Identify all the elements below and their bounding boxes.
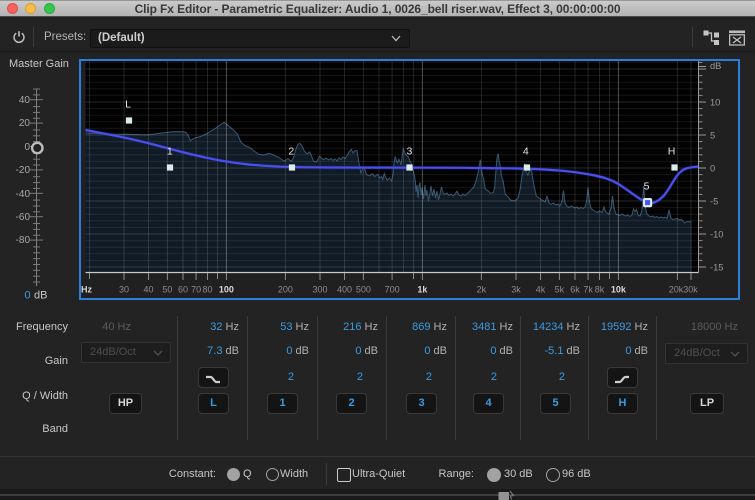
svg-text:H: H [668,146,676,158]
svg-text:1: 1 [167,146,173,158]
svg-text:20: 20 [19,118,31,129]
svg-text:-80: -80 [16,235,31,246]
svg-text:-10: -10 [710,230,723,240]
svg-text:10k: 10k [611,285,627,295]
svg-text:200: 200 [278,285,293,295]
svg-text:60: 60 [178,285,188,295]
svg-text:5k: 5k [555,285,565,295]
svg-text:dB: dB [710,61,721,71]
svg-text:6k: 6k [570,285,580,295]
svg-text:1k: 1k [417,285,428,295]
svg-text:30: 30 [119,285,129,295]
svg-text:30k: 30k [683,285,698,295]
svg-text:Hz: Hz [81,285,92,295]
svg-text:-60: -60 [16,212,31,223]
svg-text:dB: dB [34,290,47,302]
svg-text:0: 0 [24,142,30,153]
svg-text:80: 80 [202,285,212,295]
svg-text:-20: -20 [16,165,31,176]
svg-text:10: 10 [710,98,720,108]
svg-text:-15: -15 [710,263,723,273]
svg-text:300: 300 [312,285,327,295]
svg-text:70: 70 [191,285,201,295]
svg-text:3: 3 [406,146,412,158]
svg-text:40: 40 [19,95,31,106]
svg-text:2: 2 [288,146,294,158]
svg-text:700: 700 [385,285,400,295]
svg-text:Master Gain: Master Gain [9,58,69,70]
svg-text:5: 5 [710,131,715,141]
svg-text:-40: -40 [16,189,31,200]
svg-text:500: 500 [356,285,371,295]
svg-text:4k: 4k [536,285,546,295]
svg-text:L: L [125,99,131,111]
svg-text:4: 4 [523,146,529,158]
svg-text:8k: 8k [595,285,605,295]
svg-text:0: 0 [25,290,31,302]
svg-text:20k: 20k [669,285,684,295]
svg-text:0: 0 [710,164,715,174]
svg-text:7k: 7k [583,285,593,295]
svg-text:100: 100 [219,285,234,295]
svg-text:2k: 2k [477,285,487,295]
svg-text:5: 5 [644,181,650,193]
svg-text:50: 50 [162,285,172,295]
svg-text:40: 40 [143,285,153,295]
svg-text:3k: 3k [511,285,521,295]
svg-text:-5: -5 [710,197,718,207]
svg-text:400: 400 [337,285,352,295]
